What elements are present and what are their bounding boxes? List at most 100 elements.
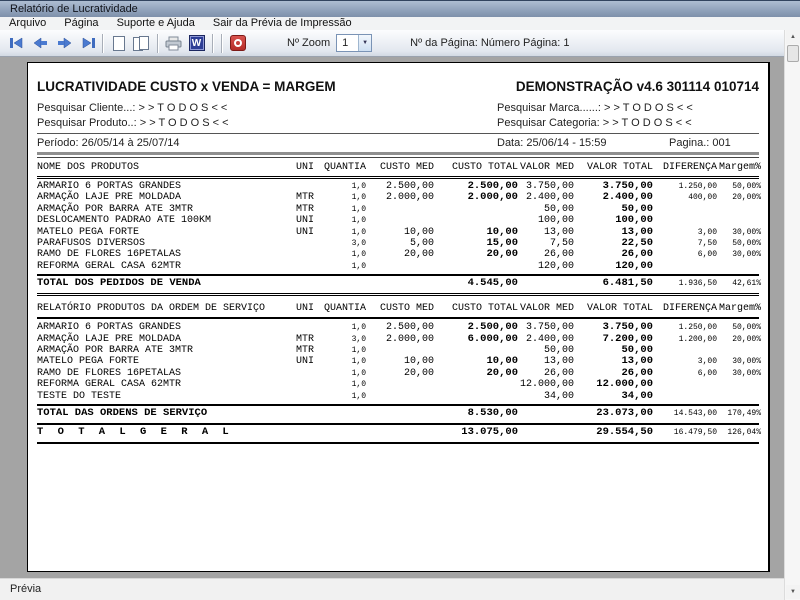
table-cell: 10,00 (486, 225, 518, 238)
previous-page-button[interactable] (29, 33, 52, 54)
grand-total-custo: 13.075,00 (461, 426, 518, 439)
col-quantia: QUANTIA (324, 303, 367, 315)
table-cell: ARMAÇÃO LAJE PRE MOLDADA (37, 333, 182, 345)
two-page-view-button[interactable] (130, 33, 153, 54)
table-cell: 20,00 (486, 366, 518, 379)
single-page-view-button[interactable] (107, 33, 130, 54)
table-cell: 2.400,00 (525, 192, 574, 204)
table-row: ARMARIO 6 PORTAS GRANDES 1,0 2.500,00 2.500… (37, 321, 761, 334)
report-table: NOME DOS PRODUTOS UNI QUANTIA CUSTO MED … (37, 162, 761, 445)
table-cell: RAMO DE FLORES 16PETALAS (37, 249, 182, 261)
export-word-button[interactable]: W (185, 33, 208, 54)
table-cell: 34,00 (621, 389, 653, 402)
grand-total-label: T O T A L G E R A L (37, 426, 233, 439)
table-cell: 2.000,00 (467, 191, 518, 204)
filter-cliente: Pesquisar Cliente...: > > T O D O S < < (37, 102, 228, 114)
table-cell: 30,00% (732, 357, 761, 367)
table-cell: 34,00 (543, 390, 574, 402)
table-cell: 12.000,00 (519, 379, 574, 391)
status-label: Prévia (10, 583, 42, 595)
menu-arquivo[interactable]: Arquivo (0, 17, 55, 30)
col-custo-med: CUSTO MED (379, 162, 434, 173)
table-body-pedidos: ARMARIO 6 PORTAS GRANDES 1,0 2.500,00 2.500… (37, 180, 761, 272)
table-cell: 1,0 (351, 323, 366, 333)
col-margem: Margem% (718, 303, 761, 315)
table-cell: 2.000,00 (385, 192, 434, 204)
scroll-down-icon[interactable]: ▼ (786, 585, 800, 599)
col-diferenca: DIFERENÇA (662, 162, 717, 173)
table-cell: 1.250,00 (678, 323, 717, 333)
col-diferenca: DIFERENÇA (662, 303, 717, 315)
status-bar: Prévia (0, 578, 800, 600)
table-cell: 1,0 (351, 391, 366, 401)
next-page-button[interactable] (52, 33, 75, 54)
table-cell: 3.750,00 (525, 181, 574, 192)
grand-total-valor: 29.554,50 (596, 426, 653, 439)
grand-total-diferenca: 16.479,50 (673, 428, 717, 438)
menu-pagina[interactable]: Página (55, 17, 107, 30)
title-bar: Relatório de Lucratividade (0, 0, 800, 17)
table-cell: 30,00% (732, 227, 761, 237)
table-cell: 7.200,00 (602, 332, 653, 345)
divider (37, 442, 759, 445)
col-custo-med: CUSTO MED (379, 303, 434, 315)
toolbar-separator (221, 33, 222, 53)
table-cell: 22,50 (621, 237, 653, 250)
zoom-dropdown[interactable]: 1 ▼ (336, 34, 373, 52)
table-cell: ARMAÇÃO POR BARRA ATE 3MTR (37, 345, 194, 357)
table-cell: 13,00 (621, 355, 653, 368)
filter-marca: Pesquisar Marca......: > > T O D O S < < (497, 102, 693, 114)
table-cell: MTR (296, 192, 315, 204)
table-cell: REFORMA GERAL CASA 62MTR (37, 260, 182, 272)
report-page: LUCRATIVIDADE CUSTO x VENDA = MARGEM DEM… (27, 62, 770, 572)
preview-area: LUCRATIVIDADE CUSTO x VENDA = MARGEM DEM… (0, 58, 784, 578)
table-cell: ARMAÇÃO LAJE PRE MOLDADA (37, 192, 182, 204)
col-custo-total: CUSTO TOTAL (451, 303, 518, 315)
first-page-button[interactable] (6, 33, 29, 54)
table-cell: 100,00 (537, 215, 574, 227)
total-valor: 6.481,50 (602, 277, 653, 290)
table-header: RELATÓRIO PRODUTOS DA ORDEM DE SERVIÇO U… (37, 303, 761, 315)
table-cell: 1,0 (351, 216, 366, 226)
scrollbar-thumb[interactable] (787, 45, 799, 62)
table-row: DESLOCAMENTO PADRAO ATE 100KM UNI 1,0 100,0… (37, 215, 759, 226)
divider (37, 293, 759, 297)
table-cell: 1.250,00 (678, 182, 717, 191)
menu-suporte-e-ajuda[interactable]: Suporte e Ajuda (108, 17, 204, 30)
last-page-button[interactable] (75, 33, 98, 54)
table-cell: 7,50 (697, 239, 717, 249)
table-cell: 26,00 (621, 248, 653, 261)
col-valor-total: VALOR TOTAL (586, 162, 653, 173)
table-cell: 1,0 (351, 250, 366, 260)
window-title: Relatório de Lucratividade (10, 3, 138, 15)
table-cell: 2.400,00 (602, 191, 653, 204)
table-cell: 50,00 (543, 203, 574, 215)
print-button[interactable] (162, 33, 185, 54)
divider (37, 152, 759, 155)
power-icon (229, 35, 246, 51)
scroll-up-icon[interactable]: ▲ (786, 30, 800, 44)
table-cell: 7,50 (549, 238, 574, 250)
grand-total-margem: 126,04% (727, 428, 761, 438)
report-period: Período: 26/05/14 à 25/07/14 (37, 137, 180, 149)
menu-sair-da-previa[interactable]: Sair da Prévia de Impressão (204, 17, 361, 30)
last-page-icon (82, 37, 95, 49)
table-cell: 400,00 (688, 193, 717, 203)
close-preview-button[interactable] (226, 33, 249, 54)
divider (37, 176, 759, 179)
table-cell: 3.750,00 (602, 180, 653, 192)
table-cell: 15,00 (486, 237, 518, 250)
two-pages-icon (133, 35, 150, 51)
col-margem: Margem% (718, 162, 761, 173)
table-cell: 2.500,00 (467, 321, 518, 334)
vertical-scrollbar[interactable]: ▲ ▼ (784, 30, 800, 600)
table-cell: 1,0 (351, 204, 366, 214)
chevron-down-icon[interactable]: ▼ (358, 35, 372, 51)
table-cell: 3.750,00 (525, 322, 574, 334)
app-window: Relatório de Lucratividade Arquivo Págin… (0, 0, 800, 600)
table-cell: 20,00 (403, 249, 434, 261)
page-info-label: Nº da Página: Número Página: 1 (410, 37, 570, 49)
next-page-icon (57, 37, 71, 49)
table-cell: 20,00% (732, 193, 761, 203)
report-page-number: Pagina.: 001 (669, 137, 731, 149)
